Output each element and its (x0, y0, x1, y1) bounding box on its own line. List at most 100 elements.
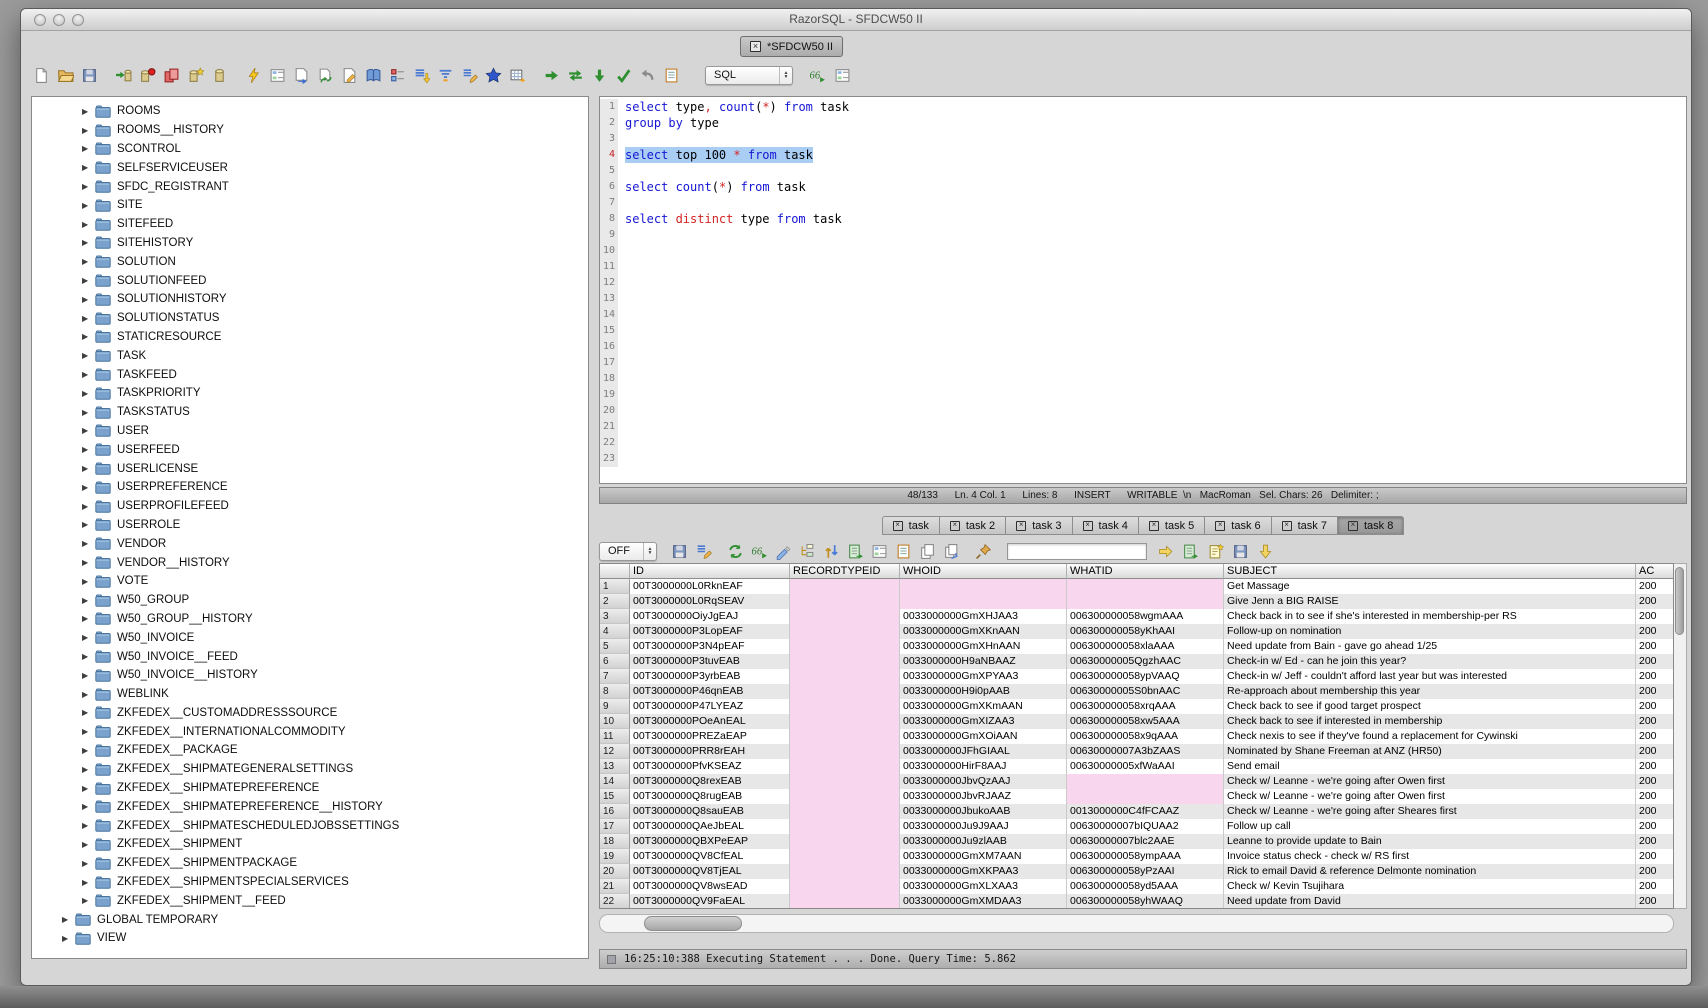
table-cell[interactable]: Check nexis to see if they've found a re… (1224, 729, 1636, 744)
table-row[interactable]: 2000T3000000QV8TjEAL0033000000GmXKPAA300… (600, 864, 1673, 879)
expand-arrow-icon[interactable]: ▶ (82, 633, 95, 642)
sort-updown-icon[interactable] (823, 543, 840, 560)
table-cell[interactable]: Check w/ Leanne - we're going after Owen… (1224, 774, 1636, 789)
table-cell[interactable]: Need update from David (1224, 894, 1636, 909)
table-cell[interactable]: Check w/ Leanne - we're going after Shea… (1224, 804, 1636, 819)
expand-arrow-icon[interactable]: ▶ (82, 765, 95, 774)
expand-arrow-icon[interactable]: ▶ (82, 708, 95, 717)
row-number[interactable]: 22 (600, 894, 630, 909)
title-bar[interactable]: RazorSQL - SFDCW50 II (21, 9, 1691, 31)
filter-edit-icon[interactable] (695, 543, 712, 560)
expand-arrow-icon[interactable]: ▶ (82, 445, 95, 454)
database-icon[interactable] (211, 67, 228, 84)
table-cell[interactable]: 00T3000000QV8wsEAD (630, 879, 790, 894)
form-view-icon[interactable] (269, 67, 286, 84)
editor-line[interactable]: 5 (600, 163, 1686, 179)
table-cell[interactable]: 200 (1636, 669, 1674, 684)
open-folder-icon[interactable] (57, 67, 74, 84)
table-cell[interactable]: 00T3000000PREZaEAP (630, 729, 790, 744)
expand-arrow-icon[interactable]: ▶ (82, 276, 95, 285)
table-row[interactable]: 200T3000000L0RqSEAVGive Jenn a BIG RAISE… (600, 594, 1673, 609)
close-tab-icon[interactable] (1215, 521, 1225, 531)
row-number[interactable]: 18 (600, 834, 630, 849)
table-cell[interactable]: Check back to see if good target prospec… (1224, 699, 1636, 714)
vertical-scrollbar[interactable] (1674, 563, 1687, 909)
tree-item-user[interactable]: ▶USER (32, 422, 588, 441)
expand-arrow-icon[interactable]: ▶ (82, 201, 95, 210)
tree-item-site[interactable]: ▶SITE (32, 196, 588, 215)
table-cell[interactable] (790, 639, 900, 654)
table-row[interactable]: 600T3000000P3tuvEAB0033000000H9aNBAAZ006… (600, 654, 1673, 669)
book-icon[interactable] (365, 67, 382, 84)
editor-line[interactable]: 16 (600, 339, 1686, 355)
copy-tables-icon[interactable] (163, 67, 180, 84)
table-cell[interactable]: 0033000000Ju9zlAAB (900, 834, 1067, 849)
table-cell[interactable] (790, 654, 900, 669)
table-cell[interactable]: 00T3000000Q8rexEAB (630, 774, 790, 789)
row-number[interactable]: 6 (600, 654, 630, 669)
table-cell[interactable]: 00630000007blc2AAE (1067, 834, 1224, 849)
table-cell[interactable]: 00T3000000OiyJgEAJ (630, 609, 790, 624)
tree-item-w50-group-history[interactable]: ▶W50_GROUP__HISTORY (32, 610, 588, 629)
tree-item-userpreference[interactable]: ▶USERPREFERENCE (32, 478, 588, 497)
table-cell[interactable]: 0033000000GmXM7AAN (900, 849, 1067, 864)
table-cell[interactable]: 006300000058ympAAA (1067, 849, 1224, 864)
expand-arrow-icon[interactable]: ▶ (82, 389, 95, 398)
expand-arrow-icon[interactable]: ▶ (82, 351, 95, 360)
table-cell[interactable]: 006300000058ypVAAQ (1067, 669, 1224, 684)
editor-line[interactable]: 7 (600, 195, 1686, 211)
column-header-whatid[interactable]: WHATID (1067, 564, 1224, 579)
expand-arrow-icon[interactable]: ▶ (82, 596, 95, 605)
table-cell[interactable]: 00630000005xfWaAAI (1067, 759, 1224, 774)
tree-item-userfeed[interactable]: ▶USERFEED (32, 440, 588, 459)
table-cell[interactable]: 00T3000000P3LopEAF (630, 624, 790, 639)
filter-edit-icon[interactable] (461, 67, 478, 84)
table-cell[interactable] (790, 579, 900, 594)
insert-node-icon[interactable] (799, 543, 816, 560)
expand-arrow-icon[interactable]: ▶ (82, 859, 95, 868)
edit-document-icon[interactable] (341, 67, 358, 84)
tree-item-w50-group[interactable]: ▶W50_GROUP (32, 591, 588, 610)
document-tab[interactable]: *SFDCW50 II (740, 36, 843, 57)
pin-icon[interactable] (975, 543, 992, 560)
result-tab-task-3[interactable]: task 3 (1005, 516, 1071, 535)
table-cell[interactable]: 00T3000000PfvKSEAZ (630, 759, 790, 774)
table-cell[interactable]: 00T3000000POeAnEAL (630, 714, 790, 729)
expand-arrow-icon[interactable]: ▶ (82, 220, 95, 229)
table-cell[interactable]: 00T3000000P3yrbEAB (630, 669, 790, 684)
table-cell[interactable]: 200 (1636, 834, 1674, 849)
table-cell[interactable]: 200 (1636, 849, 1674, 864)
tree-item-view[interactable]: ▶VIEW (32, 929, 588, 948)
table-cell[interactable]: Need update from Bain - gave go ahead 1/… (1224, 639, 1636, 654)
expand-arrow-icon[interactable]: ▶ (82, 652, 95, 661)
row-number[interactable]: 9 (600, 699, 630, 714)
commit-icon[interactable] (615, 67, 632, 84)
table-cell[interactable] (790, 834, 900, 849)
table-cell[interactable]: 00630000005S0bnAAC (1067, 684, 1224, 699)
editor-line[interactable]: 8select distinct type from task (600, 211, 1686, 227)
row-number[interactable]: 19 (600, 849, 630, 864)
table-cell[interactable] (790, 699, 900, 714)
editor-line[interactable]: 14 (600, 307, 1686, 323)
table-cell[interactable]: 200 (1636, 864, 1674, 879)
expand-arrow-icon[interactable]: ▶ (82, 144, 95, 153)
table-row[interactable]: 1000T3000000POeAnEAL0033000000GmXIZAA300… (600, 714, 1673, 729)
table-cell[interactable]: Send email (1224, 759, 1636, 774)
tree-item-zkfedex-shipmentpackage[interactable]: ▶ZKFEDEX__SHIPMENTPACKAGE (32, 854, 588, 873)
row-number[interactable]: 7 (600, 669, 630, 684)
result-tab-task-8[interactable]: task 8 (1337, 516, 1404, 535)
tree-item-zkfedex-shipmentspecialservices[interactable]: ▶ZKFEDEX__SHIPMENTSPECIALSERVICES (32, 873, 588, 892)
expand-arrow-icon[interactable]: ▶ (82, 107, 95, 116)
table-cell[interactable]: 00630000007A3bZAAS (1067, 744, 1224, 759)
horizontal-scrollbar[interactable] (599, 914, 1674, 933)
table-cell[interactable]: 0033000000HirF8AAJ (900, 759, 1067, 774)
expand-arrow-icon[interactable]: ▶ (82, 257, 95, 266)
editor-line[interactable]: 18 (600, 371, 1686, 387)
row-number[interactable]: 13 (600, 759, 630, 774)
result-tab-task[interactable]: task (882, 516, 939, 535)
table-cell[interactable] (790, 744, 900, 759)
table-cell[interactable] (790, 669, 900, 684)
table-cell[interactable]: 006300000058wgmAAA (1067, 609, 1224, 624)
table-cell[interactable] (790, 879, 900, 894)
result-tab-task-2[interactable]: task 2 (939, 516, 1005, 535)
